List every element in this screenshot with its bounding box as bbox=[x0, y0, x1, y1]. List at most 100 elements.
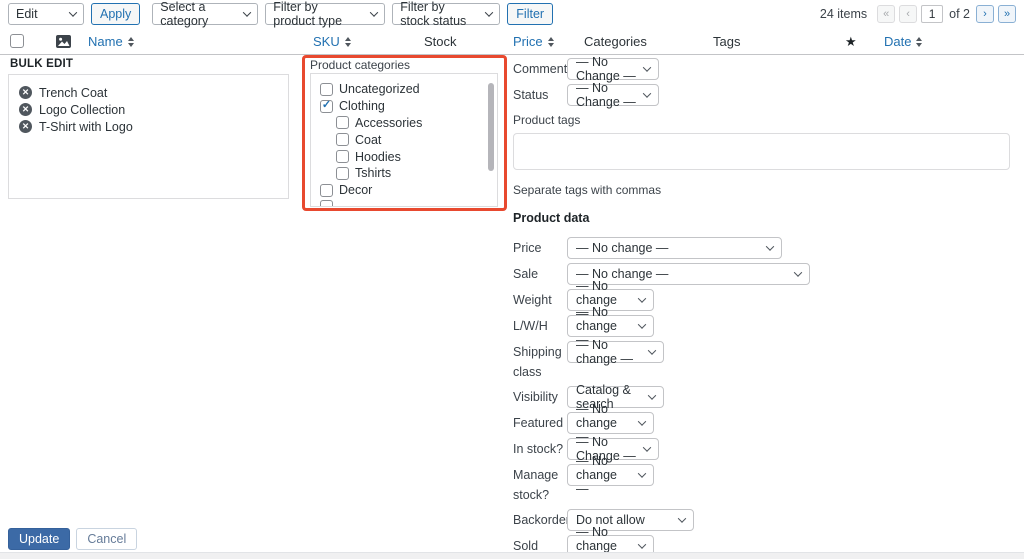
top-toolbar: Edit Apply Select a category Filter by p… bbox=[0, 0, 1024, 28]
scrollbar-thumb[interactable] bbox=[488, 83, 494, 171]
category-row: Coat bbox=[336, 131, 488, 148]
status-select[interactable]: — No Change — bbox=[567, 84, 659, 106]
sale-label: Sale bbox=[513, 263, 567, 284]
product-tags-label: Product tags bbox=[513, 113, 1012, 127]
shipping-class-select[interactable]: — No change — bbox=[567, 341, 664, 363]
price-select[interactable]: — No change — bbox=[567, 237, 782, 259]
category-label: Hoodies bbox=[355, 150, 401, 164]
chevron-down-icon bbox=[69, 8, 77, 16]
selected-product-row: ✕ Logo Collection bbox=[19, 101, 278, 118]
cancel-button[interactable]: Cancel bbox=[76, 528, 137, 550]
prev-page-button[interactable]: ‹ bbox=[899, 5, 917, 23]
product-data-title: Product data bbox=[513, 211, 1012, 225]
product-name: Trench Coat bbox=[39, 86, 107, 100]
sort-icon bbox=[128, 37, 134, 47]
chevron-down-icon bbox=[643, 89, 651, 97]
lwh-label: L/W/H bbox=[513, 315, 567, 336]
sort-icon bbox=[345, 37, 351, 47]
category-checkbox[interactable] bbox=[320, 83, 333, 96]
product-name: Logo Collection bbox=[39, 103, 125, 117]
chevron-down-icon bbox=[678, 514, 686, 522]
category-checkbox[interactable] bbox=[336, 133, 349, 146]
chevron-down-icon bbox=[485, 8, 493, 16]
status-label: Status bbox=[513, 84, 567, 105]
category-row: Uncategorized bbox=[320, 81, 488, 98]
product-tags-textarea[interactable] bbox=[513, 133, 1010, 170]
category-label: Uncategorized bbox=[339, 82, 420, 96]
bulk-edit-title: BULK EDIT bbox=[10, 58, 73, 70]
bulk-edit-form: Comments — No Change — Status — No Chang… bbox=[513, 58, 1012, 559]
category-label: Tshirts bbox=[355, 166, 391, 180]
product-type-filter-select[interactable]: Filter by product type bbox=[265, 3, 385, 25]
manage-stock-select[interactable]: — No change — bbox=[567, 464, 654, 486]
featured-select[interactable]: — No change — bbox=[567, 412, 654, 434]
product-name: T-Shirt with Logo bbox=[39, 120, 133, 134]
shipping-class-label: Shipping class bbox=[513, 341, 567, 382]
chevron-down-icon bbox=[638, 540, 646, 548]
chevron-down-icon bbox=[370, 8, 378, 16]
category-label: Accessories bbox=[355, 116, 422, 130]
stock-status-filter-value: Filter by stock status bbox=[400, 0, 476, 28]
category-label: Clothing bbox=[339, 99, 385, 113]
category-row: Decor bbox=[320, 182, 488, 199]
category-checkbox[interactable] bbox=[336, 150, 349, 163]
last-page-button[interactable]: » bbox=[998, 5, 1016, 23]
first-page-button[interactable]: « bbox=[877, 5, 895, 23]
chevron-down-icon bbox=[638, 320, 646, 328]
bulk-action-select[interactable]: Edit bbox=[8, 3, 84, 25]
category-checkbox[interactable] bbox=[336, 167, 349, 180]
filter-button[interactable]: Filter bbox=[507, 3, 553, 25]
chevron-down-icon bbox=[648, 391, 656, 399]
next-page-button[interactable]: › bbox=[976, 5, 994, 23]
in-stock-label: In stock? bbox=[513, 438, 567, 459]
category-checkbox[interactable] bbox=[320, 184, 333, 197]
category-checkbox[interactable] bbox=[320, 100, 333, 113]
featured-column-star-icon: ★ bbox=[845, 28, 857, 55]
chevron-down-icon bbox=[643, 443, 651, 451]
category-label: Coat bbox=[355, 133, 381, 147]
category-filter-value: Select a category bbox=[160, 0, 234, 28]
manage-stock-label: Manage stock? bbox=[513, 464, 567, 505]
footer-actions: Update Cancel bbox=[8, 528, 137, 550]
category-label: Decor bbox=[339, 183, 372, 197]
items-count: 24 items bbox=[820, 7, 867, 21]
column-header-price[interactable]: Price bbox=[513, 28, 554, 55]
category-checkbox[interactable] bbox=[336, 116, 349, 129]
chevron-down-icon bbox=[243, 8, 251, 16]
select-all-checkbox[interactable] bbox=[10, 34, 24, 48]
category-checkbox[interactable] bbox=[320, 200, 333, 207]
current-page-input[interactable] bbox=[921, 5, 943, 23]
visibility-label: Visibility bbox=[513, 386, 567, 407]
product-categories-list: Uncategorized Clothing Accessories Coat … bbox=[310, 73, 498, 207]
page-bottom-strip bbox=[0, 552, 1024, 559]
apply-button[interactable]: Apply bbox=[91, 3, 140, 25]
tags-hint: Separate tags with commas bbox=[513, 183, 1012, 197]
column-header-stock: Stock bbox=[424, 28, 457, 55]
remove-product-icon[interactable]: ✕ bbox=[19, 120, 32, 133]
chevron-down-icon bbox=[638, 294, 646, 302]
table-header-row: Name SKU Stock Price Categories Tags ★ D… bbox=[0, 28, 1024, 55]
weight-label: Weight bbox=[513, 289, 567, 310]
bulk-edit-products-page: Edit Apply Select a category Filter by p… bbox=[0, 0, 1024, 559]
comments-select[interactable]: — No Change — bbox=[567, 58, 659, 80]
category-row: Tshirts bbox=[336, 165, 488, 182]
product-type-filter-value: Filter by product type bbox=[273, 0, 361, 28]
remove-product-icon[interactable]: ✕ bbox=[19, 86, 32, 99]
chevron-down-icon bbox=[794, 268, 802, 276]
chevron-down-icon bbox=[638, 469, 646, 477]
update-button[interactable]: Update bbox=[8, 528, 70, 550]
lwh-select[interactable]: — No change — bbox=[567, 315, 654, 337]
sort-icon bbox=[916, 37, 922, 47]
remove-product-icon[interactable]: ✕ bbox=[19, 103, 32, 116]
product-categories-label: Product categories bbox=[310, 58, 410, 72]
column-header-categories: Categories bbox=[584, 28, 647, 55]
stock-status-filter-select[interactable]: Filter by stock status bbox=[392, 3, 500, 25]
selected-product-row: ✕ T-Shirt with Logo bbox=[19, 118, 278, 135]
selected-product-row: ✕ Trench Coat bbox=[19, 84, 278, 101]
column-header-sku[interactable]: SKU bbox=[313, 28, 351, 55]
column-header-date[interactable]: Date bbox=[884, 28, 922, 55]
chevron-down-icon bbox=[648, 346, 656, 354]
column-header-name[interactable]: Name bbox=[88, 28, 134, 55]
category-filter-select[interactable]: Select a category bbox=[152, 3, 258, 25]
column-header-tags: Tags bbox=[713, 28, 740, 55]
